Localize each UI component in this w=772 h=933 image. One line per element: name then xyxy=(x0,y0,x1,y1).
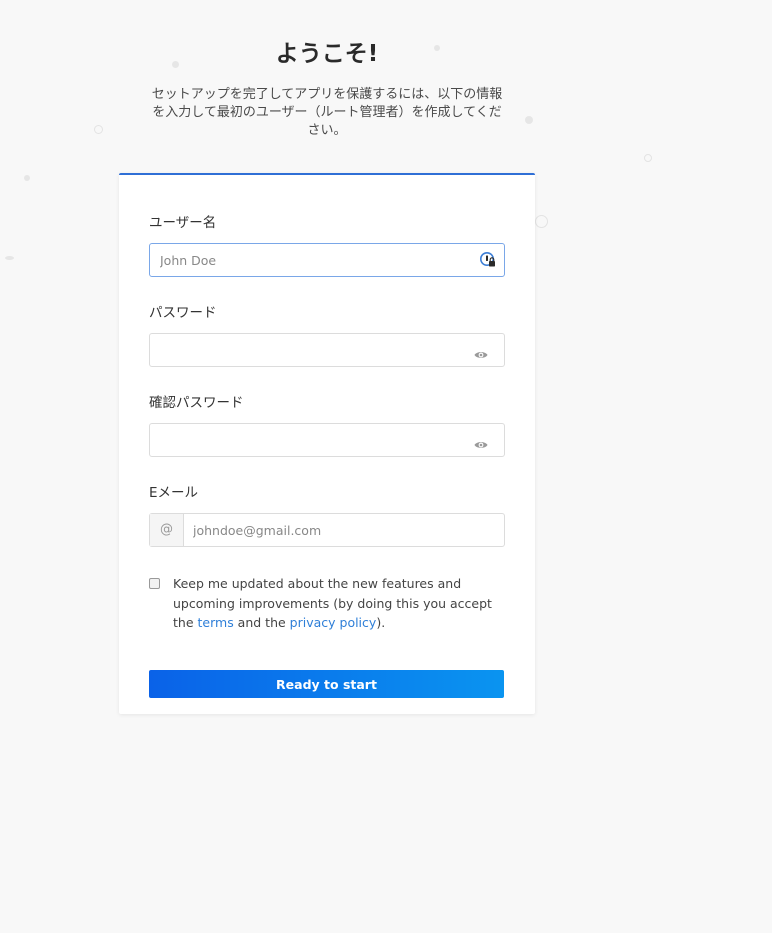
privacy-policy-link[interactable]: privacy policy xyxy=(290,615,377,630)
consent-text-after: ). xyxy=(376,615,386,630)
password-input[interactable] xyxy=(160,334,460,366)
consent-text-middle: and the xyxy=(233,615,290,630)
confirm-password-label: 確認パスワード xyxy=(149,395,244,411)
decor-dot xyxy=(24,175,30,181)
confirm-password-field-wrapper xyxy=(149,423,505,457)
confirm-password-input[interactable] xyxy=(160,424,460,456)
password-field-wrapper xyxy=(149,333,505,367)
newsletter-checkbox[interactable] xyxy=(149,578,160,589)
password-label: パスワード xyxy=(149,305,217,321)
username-field-wrapper xyxy=(149,243,505,277)
setup-form-card: ユーザー名 パスワード xyxy=(119,173,535,714)
decor-ring xyxy=(94,125,103,134)
at-sign-icon: @ xyxy=(150,514,184,546)
page-title: ようこそ! xyxy=(275,41,379,67)
decor-dot xyxy=(525,116,533,124)
email-label: Eメール xyxy=(149,485,199,501)
email-input[interactable] xyxy=(193,514,493,546)
eye-icon[interactable] xyxy=(474,435,488,448)
eye-icon[interactable] xyxy=(474,345,488,358)
decor-ring xyxy=(644,154,652,162)
ready-to-start-button[interactable]: Ready to start xyxy=(149,670,504,698)
username-input[interactable] xyxy=(160,244,460,276)
username-label: ユーザー名 xyxy=(149,215,217,231)
password-manager-icon[interactable] xyxy=(480,252,496,268)
page: ようこそ! セットアップを完了してアプリを保護するには、以下の情報を入力して最初… xyxy=(0,0,772,933)
terms-link[interactable]: terms xyxy=(198,615,234,630)
page-subtitle: セットアップを完了してアプリを保護するには、以下の情報を入力して最初のユーザー（… xyxy=(151,87,503,138)
email-field-wrapper: @ xyxy=(149,513,505,547)
newsletter-consent-text: Keep me updated about the new features a… xyxy=(173,574,513,633)
decor-dot xyxy=(5,256,14,260)
decor-ring xyxy=(535,215,548,228)
